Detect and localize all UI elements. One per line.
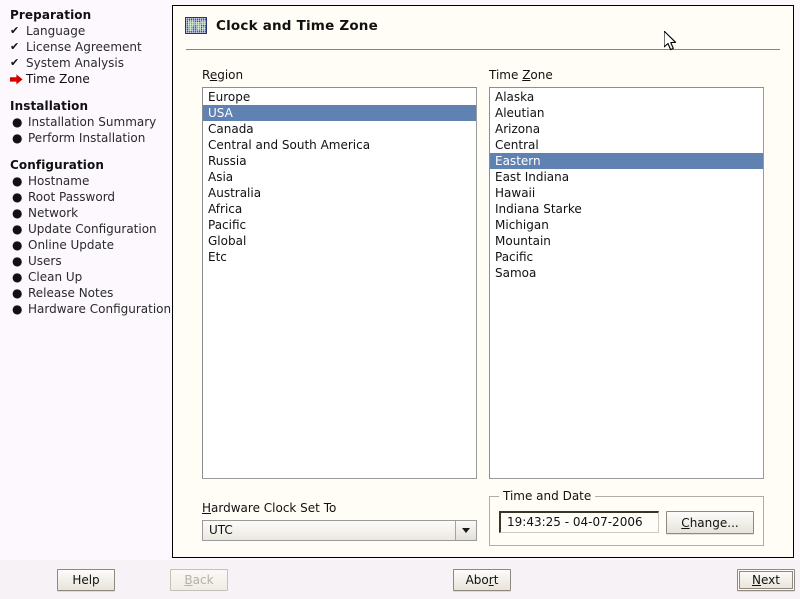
sidebar-item-label: System Analysis bbox=[26, 56, 125, 70]
region-option[interactable]: Central and South America bbox=[203, 137, 476, 153]
region-option[interactable]: Pacific bbox=[203, 217, 476, 233]
timezone-column: Time Zone Alaska Aleutian Arizona Central Ea… bbox=[489, 68, 764, 479]
check-icon: ✔ bbox=[10, 24, 20, 37]
timezone-option[interactable]: Michigan bbox=[490, 217, 763, 233]
sidebar-item-update-configuration[interactable]: ● Update Configuration bbox=[0, 221, 172, 237]
page-title-row: Clock and Time Zone bbox=[185, 17, 378, 34]
nav-group-title: Preparation bbox=[10, 8, 92, 22]
time-and-date-legend: Time and Date bbox=[499, 489, 596, 503]
region-column: Region Europe USA Canada Central and South … bbox=[202, 68, 477, 479]
timezone-option[interactable]: Alaska bbox=[490, 89, 763, 105]
world-map-icon bbox=[185, 17, 207, 34]
bullet-icon: ● bbox=[12, 190, 23, 204]
sidebar-item-label: Users bbox=[28, 254, 62, 268]
sidebar-item-hostname[interactable]: ● Hostname bbox=[0, 173, 172, 189]
timezone-option[interactable]: Hawaii bbox=[490, 185, 763, 201]
bullet-icon: ● bbox=[12, 131, 23, 145]
hardware-clock-select[interactable]: UTC bbox=[202, 520, 477, 541]
bullet-icon: ● bbox=[12, 286, 23, 300]
timezone-label: Time Zone bbox=[489, 68, 553, 82]
bullet-icon: ● bbox=[12, 238, 23, 252]
installer-window: Preparation ✔ Language ✔ License Agreement ✔ S… bbox=[0, 0, 800, 599]
sidebar-item-label: Perform Installation bbox=[28, 131, 146, 145]
timezone-option[interactable]: Aleutian bbox=[490, 105, 763, 121]
bullet-icon: ● bbox=[12, 222, 23, 236]
sidebar-item-license-agreement[interactable]: ✔ License Agreement bbox=[0, 39, 172, 55]
check-icon: ✔ bbox=[10, 40, 20, 53]
timezone-option[interactable]: East Indiana bbox=[490, 169, 763, 185]
sidebar-item-time-zone[interactable]: Time Zone bbox=[0, 71, 172, 87]
region-option[interactable]: Russia bbox=[203, 153, 476, 169]
region-option[interactable]: Australia bbox=[203, 185, 476, 201]
bullet-icon: ● bbox=[12, 302, 23, 316]
change-button[interactable]: Change... bbox=[666, 511, 754, 534]
main-panel: Clock and Time Zone Region Europe USA Cana… bbox=[172, 5, 794, 558]
bullet-icon: ● bbox=[12, 270, 23, 284]
sidebar-item-label: Root Password bbox=[28, 190, 116, 204]
region-option[interactable]: USA bbox=[203, 105, 476, 121]
sidebar-item-label: Clean Up bbox=[28, 270, 83, 284]
sidebar-item-label: Language bbox=[26, 24, 86, 38]
region-option[interactable]: Global bbox=[203, 233, 476, 249]
sidebar-item-perform-installation[interactable]: ● Perform Installation bbox=[0, 130, 172, 146]
sidebar-item-label: License Agreement bbox=[26, 40, 142, 54]
timezone-option[interactable]: Pacific bbox=[490, 249, 763, 265]
next-button[interactable]: Next bbox=[737, 569, 795, 591]
sidebar-item-label: Hardware Configuration bbox=[28, 302, 172, 316]
sidebar-item-users[interactable]: ● Users bbox=[0, 253, 172, 269]
hardware-clock-value: UTC bbox=[209, 523, 233, 537]
sidebar-item-language[interactable]: ✔ Language bbox=[0, 23, 172, 39]
sidebar-item-label: Update Configuration bbox=[28, 222, 157, 236]
hardware-clock-group: Hardware Clock Set To UTC bbox=[202, 501, 477, 541]
sidebar-item-label: Time Zone bbox=[26, 72, 90, 86]
installer-steps-sidebar: Preparation ✔ Language ✔ License Agreement ✔ S… bbox=[0, 0, 172, 560]
bullet-icon: ● bbox=[12, 254, 23, 268]
sidebar-item-hardware-configuration[interactable]: ● Hardware Configuration bbox=[0, 301, 172, 317]
hardware-clock-label: Hardware Clock Set To bbox=[202, 501, 337, 515]
back-button: Back bbox=[170, 569, 228, 591]
nav-group-title: Installation bbox=[10, 99, 89, 113]
region-option[interactable]: Europe bbox=[203, 89, 476, 105]
sidebar-item-root-password[interactable]: ● Root Password bbox=[0, 189, 172, 205]
timezone-listbox[interactable]: Alaska Aleutian Arizona Central Eastern East … bbox=[489, 87, 764, 479]
check-icon: ✔ bbox=[10, 56, 20, 69]
timezone-option[interactable]: Indiana Starke bbox=[490, 201, 763, 217]
sidebar-item-network[interactable]: ● Network bbox=[0, 205, 172, 221]
abort-button[interactable]: Abort bbox=[453, 569, 511, 591]
title-separator bbox=[186, 49, 780, 50]
sidebar-item-label: Installation Summary bbox=[28, 115, 157, 129]
sidebar-item-clean-up[interactable]: ● Clean Up bbox=[0, 269, 172, 285]
region-option[interactable]: Canada bbox=[203, 121, 476, 137]
time-and-date-group: Time and Date 19:43:25 - 04-07-2006 Chan… bbox=[489, 489, 764, 546]
sidebar-item-installation-summary[interactable]: ● Installation Summary bbox=[0, 114, 172, 130]
sidebar-item-label: Hostname bbox=[28, 174, 90, 188]
wizard-button-bar: Help Back Abort Next bbox=[0, 560, 800, 599]
sidebar-item-label: Network bbox=[28, 206, 79, 220]
bullet-icon: ● bbox=[12, 174, 23, 188]
sidebar-item-system-analysis[interactable]: ✔ System Analysis bbox=[0, 55, 172, 71]
bullet-icon: ● bbox=[12, 206, 23, 220]
timezone-option[interactable]: Samoa bbox=[490, 265, 763, 281]
bullet-icon: ● bbox=[12, 115, 23, 129]
region-option[interactable]: Africa bbox=[203, 201, 476, 217]
timezone-option[interactable]: Arizona bbox=[490, 121, 763, 137]
timezone-option[interactable]: Eastern bbox=[490, 153, 763, 169]
page-title: Clock and Time Zone bbox=[216, 17, 378, 34]
region-option[interactable]: Asia bbox=[203, 169, 476, 185]
sidebar-item-online-update[interactable]: ● Online Update bbox=[0, 237, 172, 253]
sidebar-item-release-notes[interactable]: ● Release Notes bbox=[0, 285, 172, 301]
timezone-option[interactable]: Mountain bbox=[490, 233, 763, 249]
sidebar-item-label: Online Update bbox=[28, 238, 114, 252]
sidebar-item-label: Release Notes bbox=[28, 286, 114, 300]
chevron-down-icon[interactable] bbox=[455, 521, 476, 540]
region-option[interactable]: Etc bbox=[203, 249, 476, 265]
region-listbox[interactable]: Europe USA Canada Central and South America… bbox=[202, 87, 477, 479]
nav-group-title: Configuration bbox=[10, 158, 105, 172]
region-label: Region bbox=[202, 68, 244, 82]
help-button[interactable]: Help bbox=[57, 569, 115, 591]
time-and-date-value: 19:43:25 - 04-07-2006 bbox=[499, 511, 659, 533]
timezone-option[interactable]: Central bbox=[490, 137, 763, 153]
